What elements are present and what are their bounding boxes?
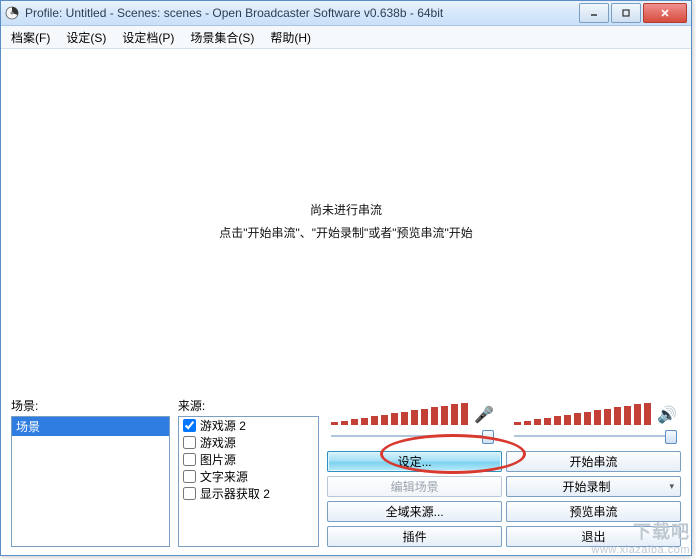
plugins-button[interactable]: 插件 [327, 526, 502, 547]
mic-meter: 🎤 [331, 403, 494, 426]
menubar: 档案(F) 设定(S) 设定档(P) 场景集合(S) 帮助(H) [1, 26, 691, 49]
speaker-meter: 🔊 [514, 403, 677, 426]
source-item[interactable]: 显示器获取 2 [179, 485, 318, 502]
source-label: 显示器获取 2 [200, 485, 270, 502]
speaker-icon: 🔊 [657, 405, 677, 425]
chevron-down-icon: ▾ [669, 481, 674, 492]
scene-item[interactable]: 场景 [12, 417, 169, 436]
window-title: Profile: Untitled - Scenes: scenes - Ope… [25, 6, 579, 20]
edit-scene-button: 编辑场景 [327, 476, 502, 497]
source-checkbox[interactable] [183, 470, 196, 483]
source-label: 游戏源 2 [200, 417, 246, 434]
mic-volume-slider[interactable] [331, 429, 494, 443]
preview-hint-text: 点击"开始串流"、"开始录制"或者"预览串流"开始 [1, 224, 691, 241]
audio-meters: 🎤 🔊 [327, 397, 681, 429]
app-icon [5, 6, 19, 20]
minimize-button[interactable] [579, 3, 609, 23]
source-label: 游戏源 [200, 434, 236, 451]
scenes-listbox[interactable]: 场景 [11, 416, 170, 547]
global-sources-button[interactable]: 全域来源... [327, 501, 502, 522]
start-record-button[interactable]: 开始录制▾ [506, 476, 681, 497]
source-checkbox[interactable] [183, 419, 196, 432]
sources-listbox[interactable]: 游戏源 2 游戏源 图片源 文字来源 显示器获取 2 [178, 416, 319, 547]
maximize-button[interactable] [611, 3, 641, 23]
source-item[interactable]: 文字来源 [179, 468, 318, 485]
source-label: 文字来源 [200, 468, 248, 485]
window-controls [579, 3, 687, 23]
menu-help[interactable]: 帮助(H) [264, 27, 317, 48]
source-label: 图片源 [200, 451, 236, 468]
source-item[interactable]: 游戏源 [179, 434, 318, 451]
menu-profiles[interactable]: 设定档(P) [116, 27, 180, 48]
close-button[interactable] [643, 3, 687, 23]
source-checkbox[interactable] [183, 436, 196, 449]
menu-settings[interactable]: 设定(S) [60, 27, 112, 48]
sources-label: 来源: [178, 397, 319, 414]
start-stream-button[interactable]: 开始串流 [506, 451, 681, 472]
preview-stream-button[interactable]: 预览串流 [506, 501, 681, 522]
menu-scene-collection[interactable]: 场景集合(S) [184, 27, 260, 48]
menu-file[interactable]: 档案(F) [5, 27, 56, 48]
source-checkbox[interactable] [183, 487, 196, 500]
speaker-volume-slider[interactable] [514, 429, 677, 443]
exit-button[interactable]: 退出 [506, 526, 681, 547]
preview-status-text: 尚未进行串流 [1, 201, 691, 218]
preview-area: 尚未进行串流 点击"开始串流"、"开始录制"或者"预览串流"开始 [1, 49, 691, 397]
scenes-label: 场景: [11, 397, 170, 414]
source-item[interactable]: 游戏源 2 [179, 417, 318, 434]
microphone-icon: 🎤 [474, 405, 494, 425]
settings-button[interactable]: 设定... [327, 451, 502, 472]
titlebar: Profile: Untitled - Scenes: scenes - Ope… [1, 1, 691, 26]
source-checkbox[interactable] [183, 453, 196, 466]
source-item[interactable]: 图片源 [179, 451, 318, 468]
